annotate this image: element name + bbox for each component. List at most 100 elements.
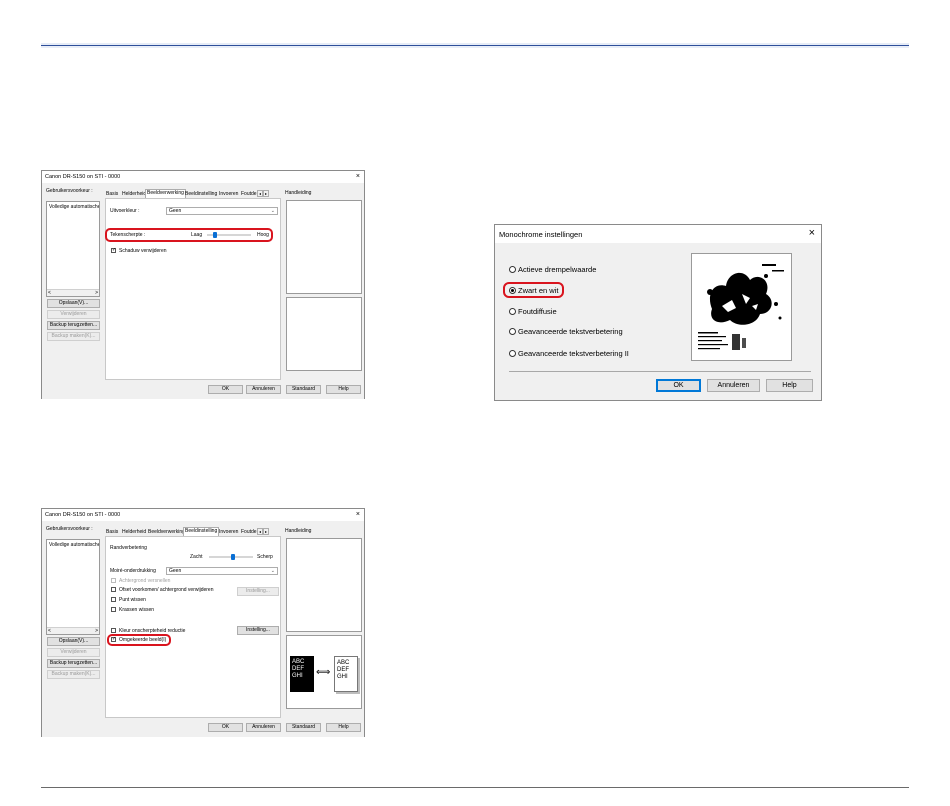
- monochrome-settings-dialog: Monochrome instellingen × Actieve drempe…: [494, 224, 822, 401]
- option-active-threshold[interactable]: Actieve drempelwaarde: [509, 265, 596, 274]
- user-settings-list[interactable]: Volledige automatische < >: [46, 539, 100, 635]
- title-bar: Canon DR-S150 on STI - 0000 ×: [42, 509, 364, 521]
- sharpness-slider-thumb[interactable]: [213, 232, 217, 238]
- edge-enhancement-label: Randverbetering: [110, 545, 147, 551]
- sample-line: ABC: [292, 659, 305, 665]
- reduction-settings-button[interactable]: Instelling...: [237, 626, 279, 635]
- option-label: Geavanceerde tekstverbetering II: [518, 349, 629, 358]
- inverted-image-label: Omgekeerde beeld(I): [119, 637, 167, 643]
- user-settings-label: Gebruikersvoorkeur :: [46, 526, 93, 532]
- option-label: Actieve drempelwaarde: [518, 265, 597, 274]
- shadow-removal-label: Schaduw verwijderen: [119, 248, 167, 254]
- output-color-value: Geen: [169, 208, 182, 214]
- delete-settings-button[interactable]: Verwijderen: [47, 648, 100, 657]
- ok-button[interactable]: OK: [656, 379, 701, 392]
- make-backup-button[interactable]: Backup maken(K)...: [47, 332, 100, 341]
- option-error-diffusion[interactable]: Foutdiffusie: [509, 307, 557, 316]
- background-checkbox[interactable]: [111, 578, 116, 583]
- help-button[interactable]: Help: [766, 379, 813, 392]
- sharpness-high-label: Hoog: [257, 232, 269, 238]
- image-processing-panel: Uitvoerkleur : Geen ⌄ Tekenscherpte : La…: [105, 198, 281, 380]
- offset-checkbox[interactable]: [111, 587, 116, 592]
- edge-soft-label: Zacht: [190, 554, 203, 560]
- close-icon[interactable]: ×: [809, 227, 815, 239]
- scratch-label: Krassen wissen: [119, 607, 155, 613]
- preview-box: [286, 200, 362, 294]
- make-backup-button[interactable]: Backup maken(K)...: [47, 670, 100, 679]
- save-settings-button[interactable]: Opslaan(V)...: [47, 637, 100, 646]
- horizontal-scrollbar[interactable]: < >: [47, 627, 99, 634]
- cancel-button[interactable]: Annuleren: [246, 385, 281, 394]
- moire-select[interactable]: Geen ⌄: [166, 567, 278, 575]
- dialog-title: Canon DR-S150 on STI - 0000: [45, 174, 121, 180]
- dialog-body: Gebruikersvoorkeur : Volledige automatis…: [42, 183, 364, 399]
- preview-box-lower: ABC DEF GHI ⟺ ABC DEF GHI: [286, 635, 362, 709]
- dialog-title: Monochrome instellingen: [499, 230, 583, 239]
- radio-icon[interactable]: [509, 328, 516, 335]
- footer-rule: [41, 787, 909, 788]
- edge-sharp-label: Scherp: [257, 554, 273, 560]
- radio-icon[interactable]: [509, 350, 516, 357]
- dialog-title: Canon DR-S150 on STI - 0000: [45, 512, 121, 518]
- header-rule: [41, 43, 909, 48]
- scroll-left-icon[interactable]: <: [48, 628, 51, 634]
- tab-scroll-right-icon[interactable]: ▸: [263, 190, 269, 197]
- sample-inverted-image: ABC DEF GHI: [334, 656, 358, 692]
- user-settings-label: Gebruikersvoorkeur :: [46, 188, 93, 194]
- close-icon[interactable]: ×: [356, 173, 360, 180]
- help-button[interactable]: Help: [326, 723, 361, 732]
- ok-button[interactable]: OK: [208, 385, 243, 394]
- cancel-button[interactable]: Annuleren: [246, 723, 281, 732]
- image-settings-panel: Randverbetering Zacht Scherp Moiré-onder…: [105, 536, 281, 718]
- sample-line: ABC: [337, 660, 350, 666]
- sample-normal-image: ABC DEF GHI: [290, 656, 314, 692]
- radio-icon[interactable]: [509, 287, 516, 294]
- sample-line: DEF: [337, 667, 349, 673]
- delete-settings-button[interactable]: Verwijderen: [47, 310, 100, 319]
- help-button[interactable]: Help: [326, 385, 361, 394]
- save-settings-button[interactable]: Opslaan(V)...: [47, 299, 100, 308]
- manual-label: Handleiding: [285, 528, 312, 534]
- shadow-removal-checkbox[interactable]: ✓: [111, 248, 116, 253]
- monochrome-preview-image: [691, 253, 792, 361]
- list-item[interactable]: Volledige automatische: [49, 204, 99, 210]
- default-button[interactable]: Standaard: [286, 385, 321, 394]
- output-color-select[interactable]: Geen ⌄: [166, 207, 278, 215]
- user-settings-list[interactable]: Volledige automatische < >: [46, 201, 100, 297]
- offset-label: Ofset voorkomen/ achtergrond verwijderen: [119, 587, 214, 593]
- ok-button[interactable]: OK: [208, 723, 243, 732]
- punch-hole-checkbox[interactable]: [111, 597, 116, 602]
- manual-label: Handleiding: [285, 190, 312, 196]
- edge-slider-thumb[interactable]: [231, 554, 235, 560]
- preview-illustration: [698, 264, 784, 350]
- scratch-checkbox[interactable]: [111, 607, 116, 612]
- tab-scroll-right-icon[interactable]: ▸: [263, 528, 269, 535]
- restore-backup-button[interactable]: Backup terugzetten...: [47, 321, 100, 330]
- default-button[interactable]: Standaard: [286, 723, 321, 732]
- option-black-white[interactable]: Zwart en wit: [509, 286, 558, 295]
- scroll-right-icon[interactable]: >: [95, 290, 98, 296]
- scanner-settings-dialog-image-processing: Canon DR-S150 on STI - 0000 × Gebruikers…: [41, 170, 365, 399]
- option-advanced-text-2[interactable]: Geavanceerde tekstverbetering II: [509, 349, 629, 358]
- dialog-body: Gebruikersvoorkeur : Volledige automatis…: [42, 521, 364, 737]
- sharpness-low-label: Laag: [191, 232, 203, 238]
- scroll-left-icon[interactable]: <: [48, 290, 51, 296]
- cancel-button[interactable]: Annuleren: [707, 379, 760, 392]
- option-advanced-text[interactable]: Geavanceerde tekstverbetering: [509, 327, 623, 336]
- list-item[interactable]: Volledige automatische: [49, 542, 99, 548]
- restore-backup-button[interactable]: Backup terugzetten...: [47, 659, 100, 668]
- chevron-down-icon: ⌄: [270, 568, 275, 574]
- offset-settings-button[interactable]: Instelling...: [237, 587, 279, 596]
- moire-label: Moiré-onderdrukking: [110, 568, 156, 574]
- close-icon[interactable]: ×: [356, 511, 360, 518]
- background-label: Achtergrond versnellen: [119, 578, 171, 584]
- radio-icon[interactable]: [509, 308, 516, 315]
- sample-line: GHI: [292, 673, 303, 679]
- scroll-right-icon[interactable]: >: [95, 628, 98, 634]
- radio-icon[interactable]: [509, 266, 516, 273]
- inverted-image-checkbox[interactable]: ✓: [111, 637, 116, 642]
- horizontal-scrollbar[interactable]: < >: [47, 289, 99, 296]
- color-reduction-checkbox[interactable]: [111, 628, 116, 633]
- preview-box-lower: [286, 297, 362, 371]
- title-bar: Canon DR-S150 on STI - 0000 ×: [42, 171, 364, 183]
